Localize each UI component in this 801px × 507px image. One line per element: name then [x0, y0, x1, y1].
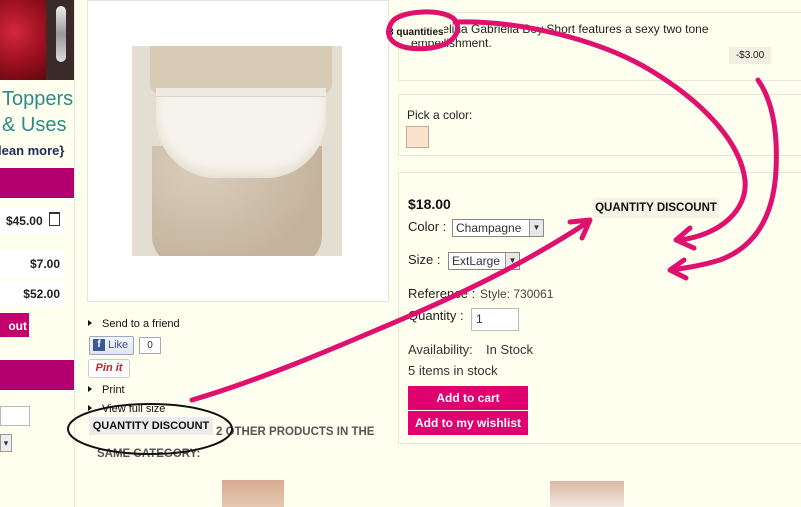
curve-arrow-1: [452, 19, 748, 243]
circle-annotation: [386, 9, 461, 52]
line-arrow-3: [189, 219, 591, 403]
curve-arrow-2: [669, 77, 779, 273]
ink-annotations: [67, 9, 779, 455]
circle-annotation-black: [67, 403, 233, 455]
